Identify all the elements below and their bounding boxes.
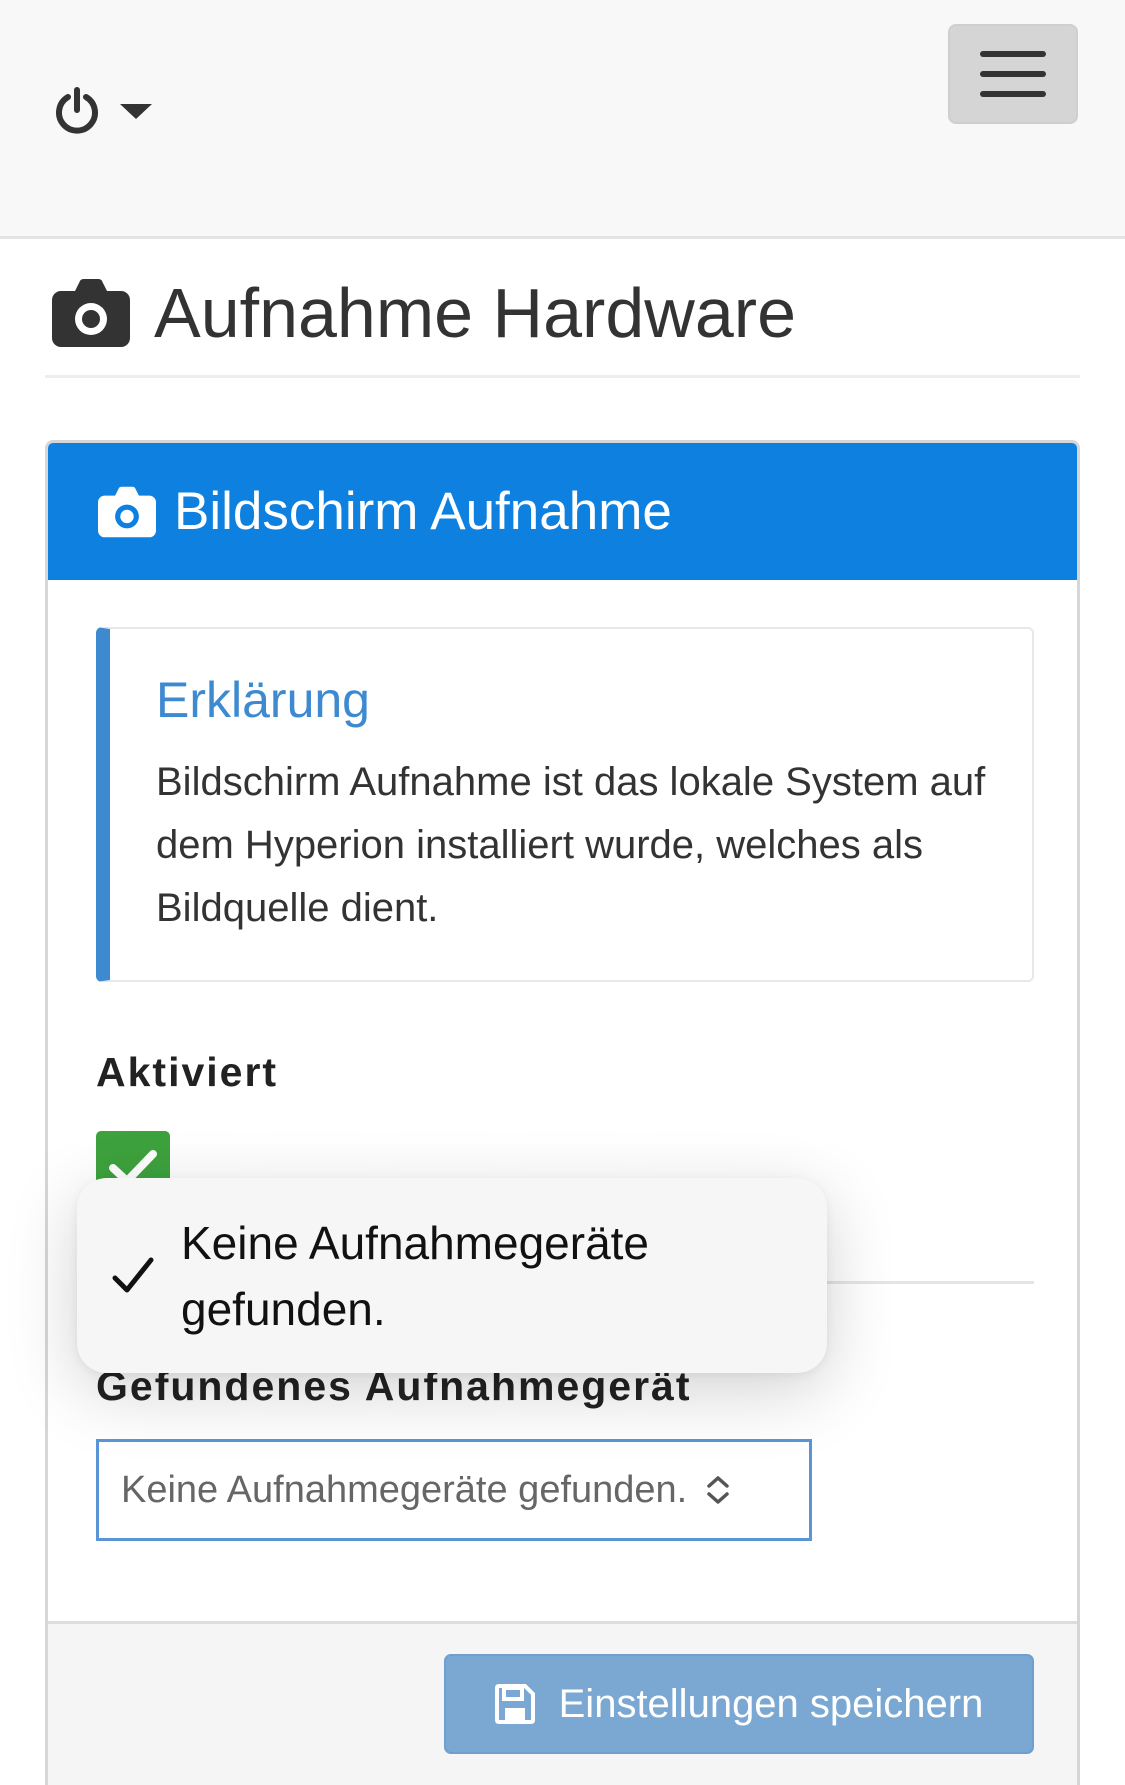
enabled-label: Aktiviert	[96, 1049, 279, 1095]
hamburger-menu-button[interactable]	[948, 24, 1078, 124]
device-select[interactable]: Keine Aufnahmegeräte gefunden.	[96, 1439, 812, 1541]
panel-heading: Bildschirm Aufnahme	[48, 443, 1077, 580]
callout-title: Erklärung	[156, 672, 370, 728]
camera-icon	[52, 278, 130, 347]
panel-footer: Einstellungen speichern	[48, 1621, 1077, 1785]
select-arrows-icon	[707, 1476, 729, 1504]
toast-notification: Keine Aufnahmegeräte gefunden.	[77, 1178, 827, 1373]
callout-text: Bildschirm Aufnahme ist das lokale Syste…	[156, 760, 986, 930]
page-title: Aufnahme Hardware	[154, 273, 796, 352]
panel-title: Bildschirm Aufnahme	[174, 482, 672, 541]
hamburger-bar	[980, 91, 1046, 97]
power-icon	[56, 87, 98, 134]
caret-down-icon	[120, 103, 152, 119]
floppy-disk-icon	[494, 1684, 535, 1724]
device-select-value: Keine Aufnahmegeräte gefunden.	[121, 1468, 688, 1511]
navbar	[0, 0, 1125, 239]
explanation-callout: Erklärung Bildschirm Aufnahme ist das lo…	[96, 627, 1034, 982]
save-settings-button[interactable]: Einstellungen speichern	[444, 1654, 1034, 1754]
save-settings-label: Einstellungen speichern	[558, 1681, 984, 1726]
hamburger-bar	[980, 51, 1046, 57]
camera-icon	[98, 486, 156, 537]
screen-capture-panel: Bildschirm Aufnahme Erklärung Bildschirm…	[45, 440, 1080, 1785]
hamburger-bar	[980, 71, 1046, 77]
toast-text: Keine Aufnahmegeräte gefunden.	[181, 1216, 650, 1335]
checkmark-icon	[112, 1257, 154, 1292]
power-menu-toggle[interactable]	[52, 80, 172, 142]
page-header: Aufnahme Hardware	[45, 250, 1080, 378]
